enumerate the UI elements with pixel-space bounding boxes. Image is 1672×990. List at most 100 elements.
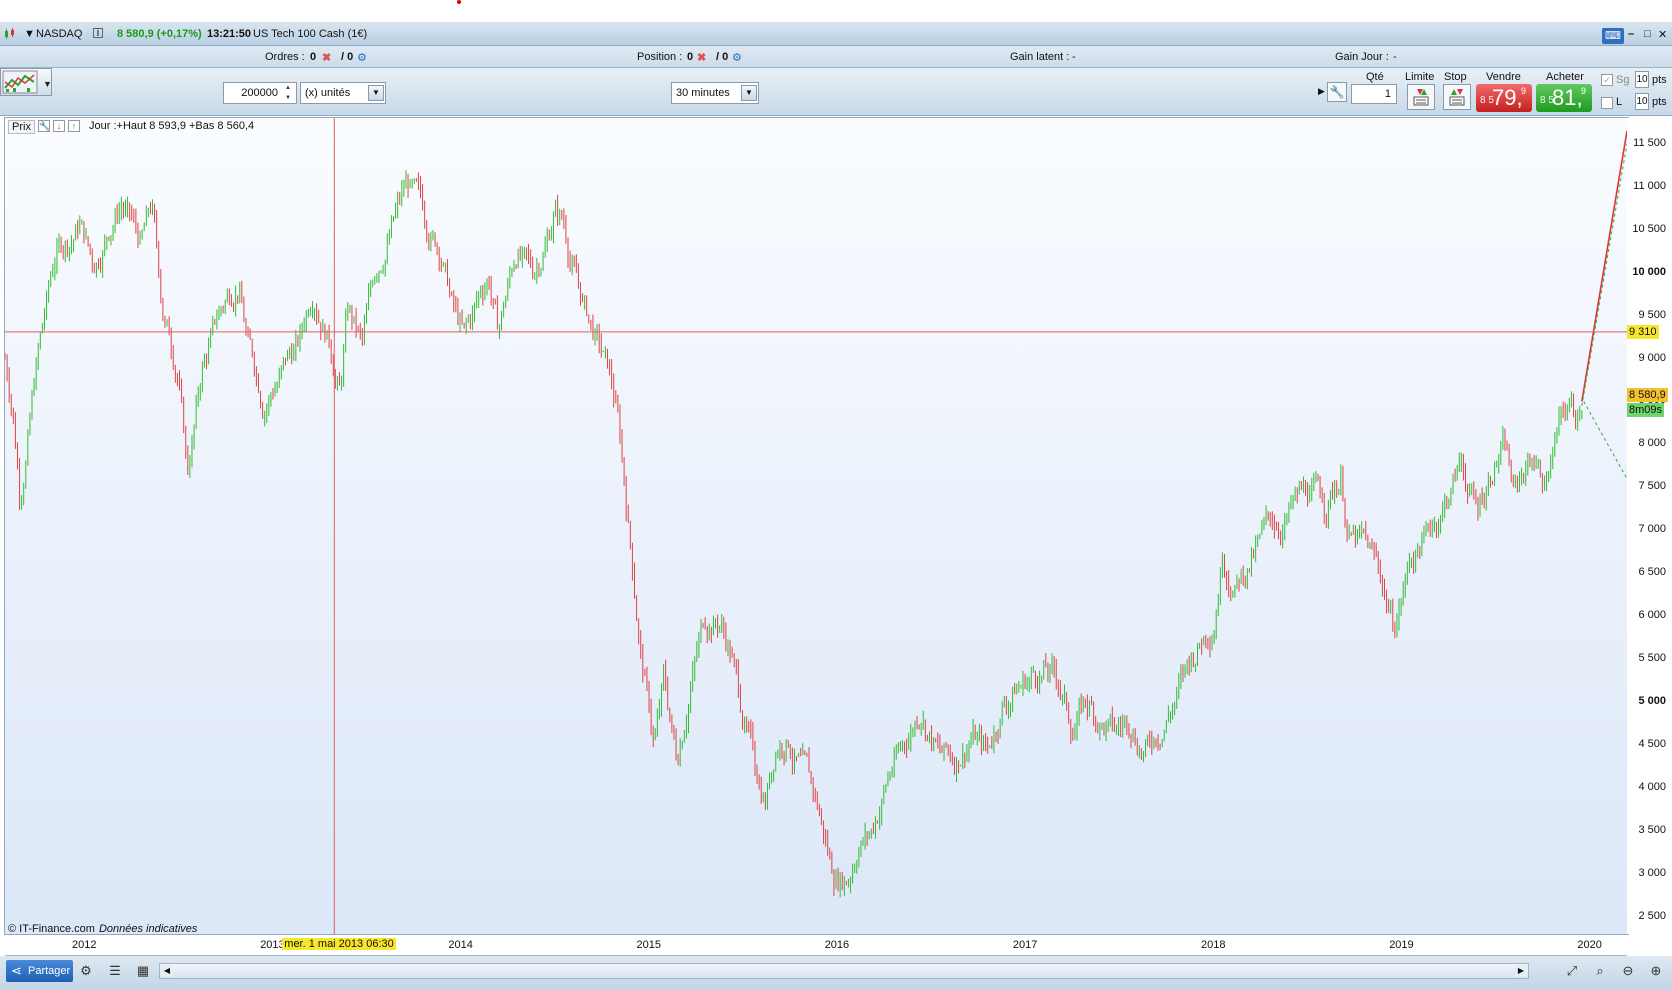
price-axis-label: 2 500 [1638, 909, 1666, 922]
chevron-down-icon[interactable]: ▼ [741, 85, 757, 101]
position-count[interactable]: 0 [687, 51, 693, 63]
day-high-low: Jour :+Haut 8 593,9 +Bas 8 560,4 [89, 120, 255, 132]
share-button[interactable]: ⋖ Partager [6, 960, 73, 982]
price-axis-label: 11 500 [1633, 136, 1666, 149]
orders-list-icon[interactable]: ☰ [106, 962, 124, 980]
qte-label: Qté [1366, 71, 1384, 83]
price-axis-label: 9 500 [1638, 308, 1666, 321]
chevron-down-icon[interactable]: ▼ [368, 85, 384, 101]
price-chart[interactable] [5, 118, 1627, 934]
notification-dot [457, 0, 461, 4]
time-axis-label: 2013 [260, 939, 285, 951]
price-axis-label: 5 500 [1638, 652, 1666, 665]
copyright: © IT-Finance.com Données indicatives [8, 923, 197, 935]
instrument-dropdown-icon[interactable]: ▼ [24, 28, 35, 40]
projection-line [1583, 401, 1627, 480]
share-label: Partager [28, 965, 71, 977]
exchange-name[interactable]: NASDAQ [36, 28, 82, 40]
scroll-left-icon[interactable]: ◀ [161, 965, 173, 977]
position-total[interactable]: / 0 [716, 51, 728, 63]
zoom-out-icon[interactable]: ⊖ [1619, 962, 1637, 980]
maximize-icon[interactable]: □ [1644, 28, 1651, 40]
collapse-panel-icon[interactable]: ▶ [1318, 86, 1325, 97]
limite-label: Limite [1405, 71, 1435, 83]
candle-countdown-tag: 8m09s [1627, 402, 1665, 417]
minimize-icon[interactable]: – [1628, 28, 1634, 40]
zoom-in-icon[interactable]: ⊕ [1647, 962, 1665, 980]
zoom-fit-icon[interactable]: ⌕ [1591, 962, 1609, 980]
cancel-orders-icon[interactable]: ✖ [322, 51, 331, 64]
price-axis-label: 8 000 [1638, 437, 1666, 450]
scroll-right-icon[interactable]: ▶ [1515, 965, 1527, 977]
indicators-icon[interactable]: ⚙ [77, 962, 95, 980]
candlestick-icon[interactable] [4, 28, 16, 40]
projection-line [1581, 130, 1627, 402]
chart-legend: Prix 🔧 ↓ ↑ Jour :+Haut 8 593,9 +Bas 8 560,4 [8, 120, 254, 134]
position-label: Position : [637, 51, 683, 63]
l-unit: pts [1652, 96, 1667, 108]
time-axis[interactable]: 2012 2013 2014 2015 2016 2017 2018 2019 2020 mer… [5, 935, 1627, 956]
title-bar: ▼ NASDAQ i 8 580,9 (+0,17%) 13:21:50 US … [0, 22, 1672, 46]
copyright-source: © IT-Finance.com [8, 923, 95, 935]
stop-label: Stop [1444, 71, 1467, 83]
sell-button[interactable]: 8 5 79, 9 [1476, 84, 1532, 112]
crosshair-price-tag: 9 310 [1627, 324, 1659, 339]
units-select[interactable]: (x) unités ▼ [300, 82, 386, 104]
price-chart-canvas[interactable] [5, 118, 1627, 934]
price-axis-label: 7 000 [1638, 523, 1666, 536]
clock-time: 13:21:50 [207, 28, 252, 40]
chart-type-button[interactable]: ▼ [0, 68, 52, 96]
limit-checkbox[interactable] [1601, 97, 1613, 109]
quantity-stepper[interactable]: ▲ ▼ [280, 83, 296, 103]
wrench-icon[interactable]: 🔧 [1327, 82, 1347, 102]
orders-bar: Ordres : 0 ✖ / 0 ⚙ Position : 0 ✖ / 0 ⚙ … [0, 46, 1672, 68]
sg-distance-input[interactable]: 10 [1635, 71, 1649, 88]
add-indicator-icon[interactable]: ↑ [67, 120, 80, 132]
orders-count[interactable]: 0 [310, 51, 316, 63]
position-settings-icon[interactable]: ⚙ [732, 51, 742, 64]
info-icon[interactable]: i [93, 28, 103, 39]
close-position-icon[interactable]: ✖ [697, 51, 706, 64]
time-axis-label: 2016 [824, 939, 850, 951]
guaranteed-stop-checkbox[interactable]: ✓ [1601, 74, 1613, 86]
sg-unit: pts [1652, 74, 1667, 86]
time-axis-label: 2012 [72, 939, 97, 951]
share-icon: ⋖ [11, 963, 22, 978]
qte-input[interactable]: 1 [1351, 84, 1397, 104]
time-axis-label: 2019 [1389, 939, 1414, 951]
price-axis-label: 4 500 [1638, 738, 1666, 751]
top-margin [0, 0, 1672, 22]
l-label: L [1616, 96, 1623, 108]
buy-price-decimal: 9 [1581, 86, 1587, 96]
price-axis-label: 5 000 [1638, 695, 1666, 708]
price-axis-label: 6 500 [1638, 566, 1666, 579]
price-axis-label: 7 500 [1638, 480, 1666, 493]
vendre-label: Vendre [1486, 71, 1521, 83]
last-price-tag: 8 580,9 [1627, 387, 1668, 402]
table-icon[interactable]: ▦ [134, 962, 152, 980]
l-distance-input[interactable]: 10 [1635, 93, 1649, 110]
remove-indicator-icon[interactable]: ↓ [52, 120, 65, 132]
bottom-toolbar: ⋖ Partager ⚙ ☰ ▦ ◀ ▶ ⤢ ⌕ ⊖ ⊕ [0, 956, 1672, 990]
time-axis-label: 2014 [448, 939, 473, 951]
last-price: 8 580,9 (+0,17%) [117, 28, 202, 40]
auto-scale-icon[interactable]: ⤢ [1563, 962, 1581, 980]
limit-order-button[interactable] [1407, 84, 1435, 110]
time-axis-label: 2018 [1201, 939, 1226, 951]
close-icon[interactable]: ✕ [1658, 28, 1667, 41]
stop-order-button[interactable] [1443, 84, 1471, 110]
timeframe-select-value: 30 minutes [676, 87, 730, 99]
keyboard-icon[interactable]: ⌨ [1602, 28, 1624, 44]
wrench-icon[interactable]: 🔧 [37, 120, 50, 132]
buy-button[interactable]: 8 5 81, 9 [1536, 84, 1592, 112]
sell-price-decimal: 9 [1521, 86, 1527, 96]
timeframe-select[interactable]: 30 minutes ▼ [671, 82, 759, 104]
copyright-note: Données indicatives [98, 923, 198, 935]
orders-settings-icon[interactable]: ⚙ [357, 51, 367, 64]
chart-scrollbar[interactable]: ◀ ▶ [159, 963, 1529, 979]
price-axis-label: 9 000 [1638, 351, 1666, 364]
gain-latent-value: - [1072, 51, 1076, 63]
price-axis-label: 11 000 [1633, 179, 1666, 192]
prix-label[interactable]: Prix [8, 120, 35, 134]
orders-total[interactable]: / 0 [341, 51, 353, 63]
